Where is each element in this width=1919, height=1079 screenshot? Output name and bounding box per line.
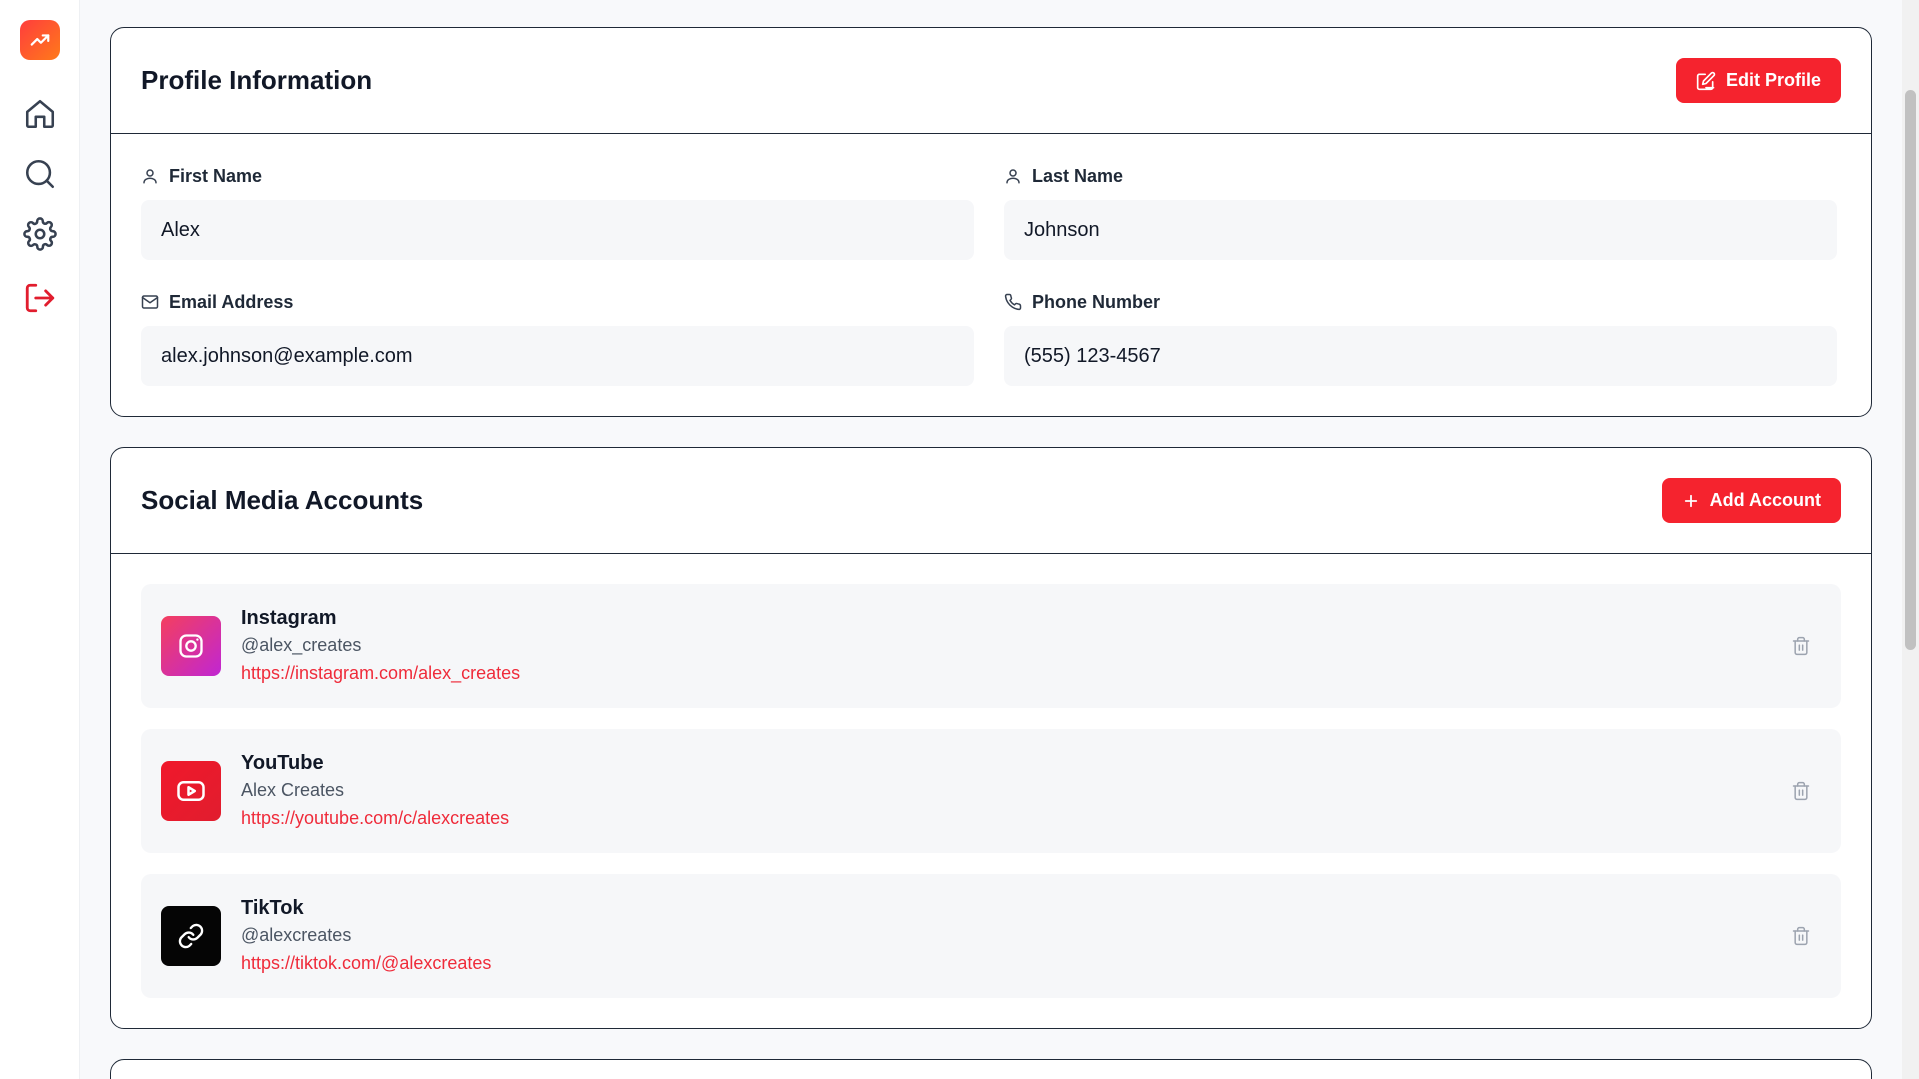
account-url-link[interactable]: https://youtube.com/c/alexcreates [241,804,509,832]
first-name-label: First Name [141,164,974,188]
phone-input[interactable]: (555) 123-4567 [1004,326,1837,386]
trash-icon [1792,926,1810,946]
page-scrollbar[interactable] [1902,0,1919,1079]
delete-account-button[interactable] [1789,779,1813,803]
sidebar-item-logout[interactable] [18,276,62,320]
email-label-text: Email Address [169,291,294,312]
trash-icon [1792,636,1810,656]
sidebar-item-home[interactable] [18,92,62,136]
trash-icon [1792,781,1810,801]
trending-up-icon [30,34,49,46]
instagram-badge [161,616,221,676]
tiktok-badge [161,906,221,966]
instagram-icon [179,634,203,658]
edit-icon [1696,71,1716,90]
home-icon [25,99,54,129]
delete-account-button[interactable] [1789,634,1813,658]
search-icon [25,159,54,189]
youtube-badge [161,761,221,821]
delete-account-button[interactable] [1789,924,1813,948]
phone-label: Phone Number [1004,290,1837,314]
account-handle: @alexcreates [241,925,352,945]
first-name-input[interactable]: Alex [141,200,974,260]
account-info: YouTube Alex Creates https://youtube.com… [241,750,509,832]
logout-icon [25,283,54,313]
youtube-icon [177,781,205,801]
gear-icon [22,217,57,251]
user-icon [1006,169,1020,184]
account-handle: @alex_creates [241,635,362,655]
sidebar-item-settings[interactable] [18,212,62,256]
mail-icon [141,295,159,309]
account-instagram: Instagram @alex_creates https://instagra… [141,584,1841,708]
email-label: Email Address [141,290,974,314]
profile-card: Profile Information Edit Profile First N… [110,27,1872,417]
profile-card-header: Profile Information Edit Profile [111,28,1871,134]
last-name-field: Last Name Johnson [1004,164,1837,260]
account-tiktok: TikTok @alexcreates https://tiktok.com/@… [141,874,1841,998]
account-info: TikTok @alexcreates https://tiktok.com/@… [241,895,491,977]
profile-body: First Name Alex Last Name Johnson Email … [111,134,1871,416]
profile-fields: First Name Alex Last Name Johnson Email … [141,164,1841,386]
first-name-label-text: First Name [169,165,263,186]
scrollbar-thumb[interactable] [1905,90,1916,650]
last-name-input[interactable]: Johnson [1004,200,1837,260]
social-accounts-list: Instagram @alex_creates https://instagra… [111,554,1871,1028]
email-field: Email Address alex.johnson@example.com [141,290,974,386]
last-name-label-text: Last Name [1032,165,1124,186]
user-icon [143,169,157,184]
account-handle: Alex Creates [241,780,345,800]
account-youtube: YouTube Alex Creates https://youtube.com… [141,729,1841,853]
next-card [110,1059,1872,1079]
account-platform: Instagram [241,607,337,629]
add-account-label: Add Account [1709,490,1821,510]
phone-field: Phone Number (555) 123-4567 [1004,290,1837,386]
first-name-field: First Name Alex [141,164,974,260]
phone-label-text: Phone Number [1032,291,1161,312]
main-content: Profile Information Edit Profile First N… [110,27,1872,1079]
sidebar [0,0,80,1079]
sidebar-item-search[interactable] [18,152,62,196]
account-platform: TikTok [241,897,304,919]
plus-icon [1684,494,1697,507]
social-card: Social Media Accounts Add Account Instag… [110,447,1872,1029]
social-card-header: Social Media Accounts Add Account [111,448,1871,554]
link-icon [178,923,204,949]
account-info: Instagram @alex_creates https://instagra… [241,605,520,687]
add-account-button[interactable]: Add Account [1661,478,1841,523]
account-url-link[interactable]: https://instagram.com/alex_creates [241,659,520,687]
profile-title: Profile Information [141,65,373,95]
last-name-label: Last Name [1004,164,1837,188]
account-platform: YouTube [241,752,324,774]
account-url-link[interactable]: https://tiktok.com/@alexcreates [241,949,491,977]
app-logo[interactable] [19,20,60,60]
email-input[interactable]: alex.johnson@example.com [141,326,974,386]
social-title: Social Media Accounts [141,485,424,515]
phone-icon [1004,293,1022,311]
edit-profile-label: Edit Profile [1725,70,1821,90]
edit-profile-button[interactable]: Edit Profile [1675,58,1841,103]
